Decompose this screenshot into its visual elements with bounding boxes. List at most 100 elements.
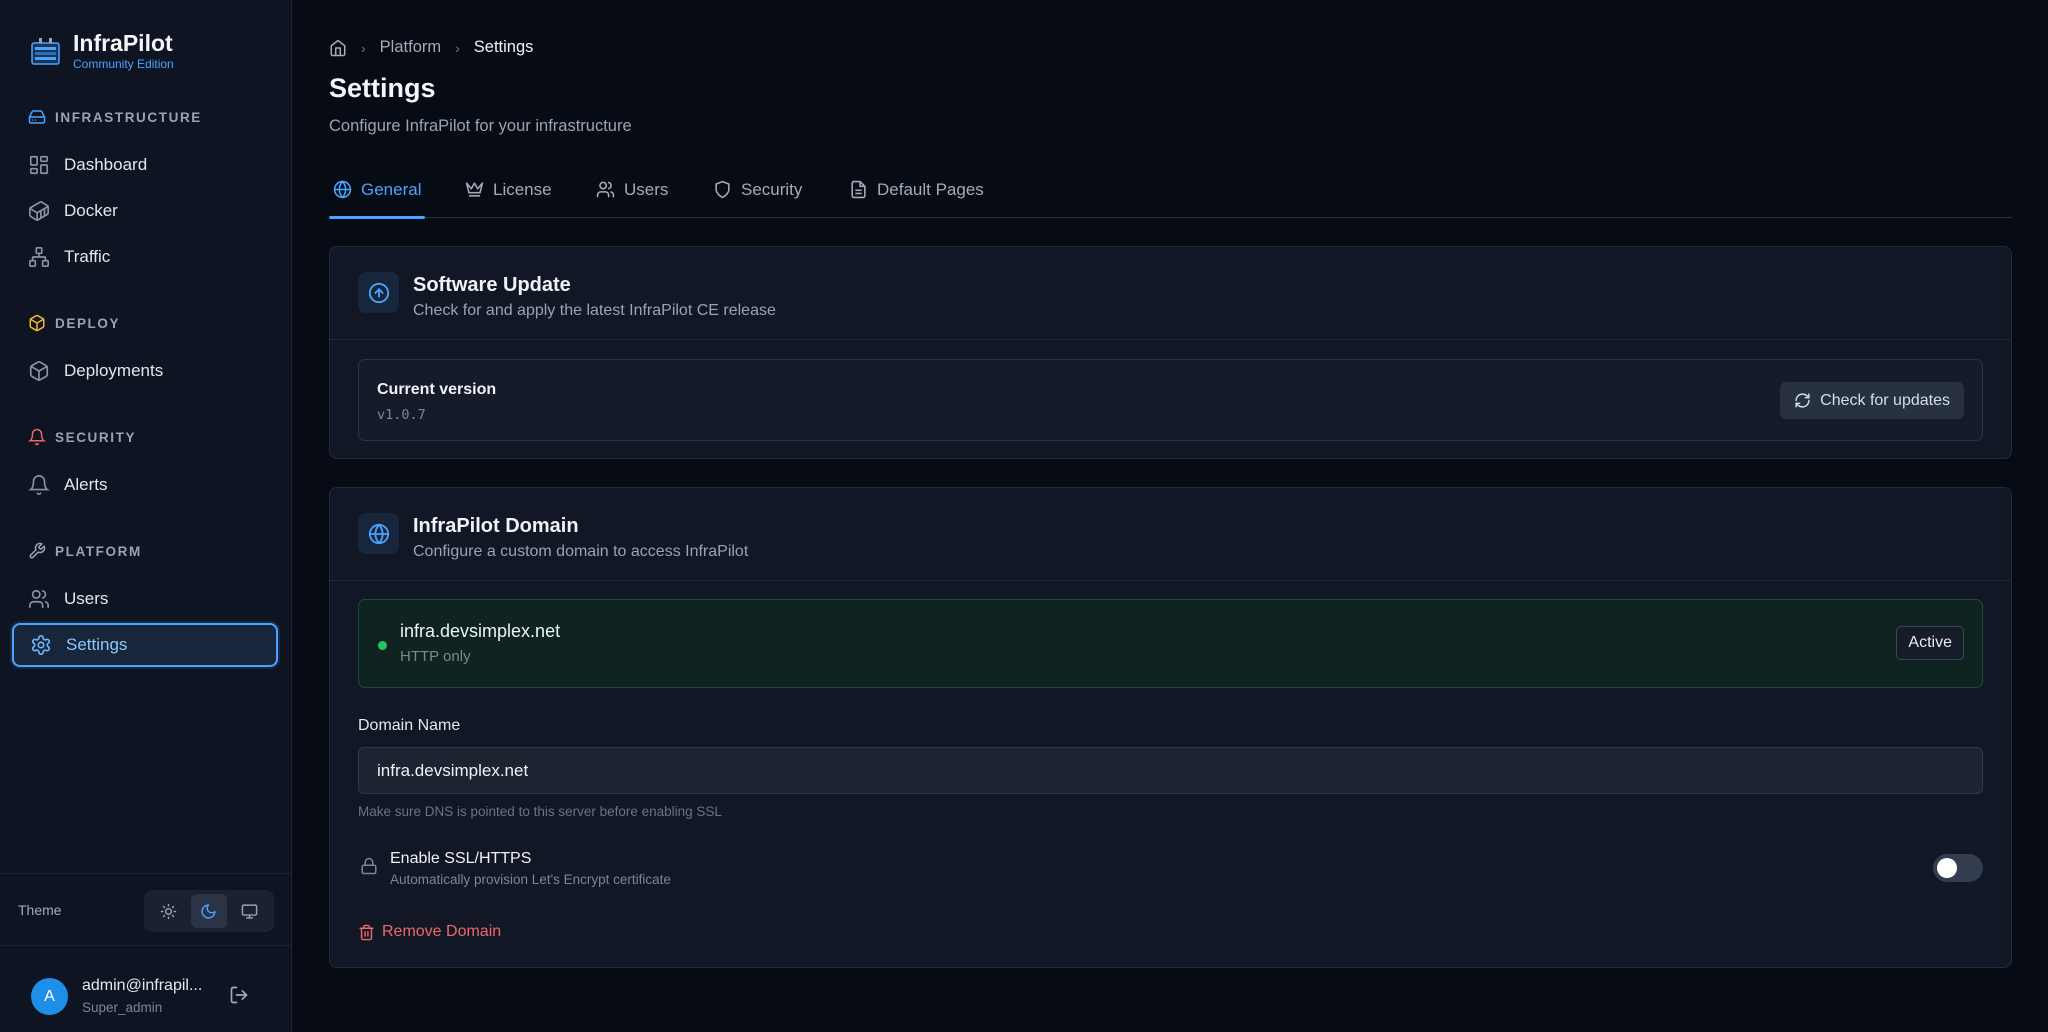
section-platform: PLATFORM — [28, 542, 142, 560]
tab-label: General — [361, 180, 422, 199]
tab-label: Security — [741, 180, 803, 199]
breadcrumb-settings: Settings — [473, 38, 534, 56]
file-icon — [849, 180, 868, 199]
remove-domain-button[interactable]: Remove Domain — [358, 923, 501, 941]
users-icon — [28, 588, 50, 610]
home-icon[interactable] — [329, 39, 347, 57]
tab-default-pages[interactable]: Default Pages — [849, 178, 984, 218]
bell-icon — [28, 428, 46, 446]
logout-button[interactable] — [229, 985, 251, 1007]
globe-icon — [358, 513, 399, 554]
crown-icon — [465, 180, 484, 199]
sidebar: InfraPilot Community Edition INFRASTRUCT… — [0, 0, 292, 1032]
domain-name-input[interactable] — [358, 747, 1983, 794]
ssl-description: Automatically provision Let's Encrypt ce… — [390, 872, 671, 887]
domain-protocol: HTTP only — [400, 648, 471, 665]
section-label-text: PLATFORM — [55, 543, 142, 559]
card-description: Configure a custom domain to access Infr… — [413, 543, 749, 560]
sidebar-item-label: Settings — [66, 635, 128, 654]
version-label: Current version — [377, 381, 497, 398]
divider — [0, 873, 292, 874]
card-description: Check for and apply the latest InfraPilo… — [413, 302, 776, 319]
card-title: InfraPilot Domain — [413, 515, 579, 537]
theme-system-button[interactable] — [232, 894, 268, 928]
sidebar-item-settings[interactable]: Settings — [12, 623, 278, 667]
tab-label: Users — [624, 180, 669, 199]
current-version-panel: Current version v1.0.7 Check for updates — [358, 359, 1983, 441]
ssl-toggle[interactable] — [1933, 854, 1983, 882]
tab-label: Default Pages — [877, 180, 984, 199]
breadcrumb-platform[interactable]: Platform — [380, 38, 441, 57]
section-infrastructure: INFRASTRUCTURE — [28, 108, 202, 126]
check-updates-button[interactable]: Check for updates — [1780, 382, 1964, 419]
logout-icon — [229, 985, 251, 1005]
tab-users[interactable]: Users — [596, 178, 668, 218]
section-deploy: DEPLOY — [28, 314, 120, 332]
lock-icon — [360, 857, 378, 875]
theme-label: Theme — [18, 902, 62, 918]
theme-light-button[interactable] — [150, 894, 186, 928]
domain-name-label: Domain Name — [358, 717, 461, 734]
page-title: Settings — [329, 73, 436, 103]
moon-icon — [200, 903, 217, 920]
theme-dark-button[interactable] — [190, 894, 227, 928]
theme-switcher — [144, 890, 274, 932]
logo-icon — [30, 35, 61, 66]
status-badge: Active — [1896, 626, 1964, 660]
section-label-text: INFRASTRUCTURE — [55, 109, 202, 125]
shield-icon — [713, 180, 732, 199]
status-dot-icon — [378, 641, 387, 650]
sidebar-item-label: Deployments — [64, 361, 164, 380]
brand[interactable]: InfraPilot Community Edition — [30, 30, 174, 71]
tab-security[interactable]: Security — [713, 178, 802, 218]
dashboard-icon — [28, 154, 50, 176]
sun-icon — [160, 903, 177, 920]
check-updates-label: Check for updates — [1820, 391, 1950, 409]
domain-status-panel: infra.devsimplex.net HTTP only Active — [358, 599, 1983, 688]
chevron-right-icon: › — [361, 39, 366, 56]
user-name: admin@infrapil... — [82, 977, 203, 994]
domain-hint: Make sure DNS is pointed to this server … — [358, 804, 722, 819]
refresh-icon — [1794, 392, 1811, 409]
sidebar-item-label: Traffic — [64, 247, 111, 266]
monitor-icon — [241, 903, 258, 920]
user-role: Super_admin — [82, 1000, 163, 1015]
domain-card: InfraPilot Domain Configure a custom dom… — [329, 487, 2012, 968]
card-title: Software Update — [413, 274, 571, 296]
sidebar-item-label: Alerts — [64, 475, 108, 494]
sidebar-item-alerts[interactable]: Alerts — [12, 464, 278, 506]
sidebar-item-docker[interactable]: Docker — [12, 190, 278, 232]
section-security: SECURITY — [28, 428, 136, 446]
chevron-right-icon: › — [455, 39, 460, 56]
domain-host: infra.devsimplex.net — [400, 621, 561, 641]
box-icon — [28, 360, 50, 382]
toggle-knob — [1937, 858, 1957, 878]
globe-icon — [333, 180, 352, 199]
app-edition: Community Edition — [73, 57, 174, 71]
sidebar-item-deployments[interactable]: Deployments — [12, 350, 278, 392]
card-header: InfraPilot Domain Configure a custom dom… — [330, 488, 2011, 581]
wrench-icon — [28, 542, 46, 560]
tab-label: License — [493, 180, 552, 199]
tab-license[interactable]: License — [465, 178, 552, 218]
page-subtitle: Configure InfraPilot for your infrastruc… — [329, 117, 632, 135]
sidebar-item-users[interactable]: Users — [12, 578, 278, 620]
server-icon — [28, 108, 46, 126]
breadcrumb: › Platform › Settings — [329, 38, 533, 57]
ssl-title: Enable SSL/HTTPS — [390, 850, 532, 867]
container-icon — [28, 200, 50, 222]
section-label-text: DEPLOY — [55, 315, 121, 331]
remove-domain-label: Remove Domain — [382, 923, 502, 940]
settings-tabs: General License Users Security Default P… — [329, 178, 2012, 219]
card-header: Software Update Check for and apply the … — [330, 247, 2011, 340]
section-label-text: SECURITY — [55, 429, 137, 445]
package-icon — [28, 314, 46, 332]
app-name: InfraPilot — [73, 30, 173, 56]
avatar[interactable]: A — [31, 978, 68, 1015]
sidebar-item-traffic[interactable]: Traffic — [12, 236, 278, 278]
software-update-card: Software Update Check for and apply the … — [329, 246, 2012, 459]
version-value: v1.0.7 — [377, 407, 426, 423]
tab-general[interactable]: General — [329, 178, 425, 219]
users-icon — [596, 180, 615, 199]
sidebar-item-dashboard[interactable]: Dashboard — [12, 144, 278, 186]
